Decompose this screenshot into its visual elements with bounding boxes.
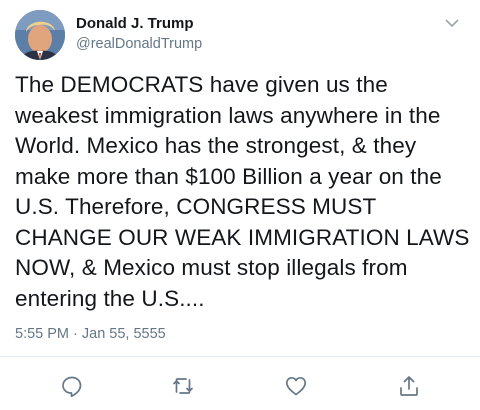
reply-button[interactable]: [59, 373, 85, 399]
tweet-timestamp[interactable]: 5:55 PM · Jan 55, 5555: [15, 325, 166, 343]
tweet-card: Donald J. Trump @realDonaldTrump The DEM…: [0, 0, 480, 410]
author-handle[interactable]: @realDonaldTrump: [76, 34, 202, 54]
author-names: Donald J. Trump @realDonaldTrump: [76, 14, 202, 54]
share-icon: [400, 376, 418, 396]
author-display-name[interactable]: Donald J. Trump: [76, 14, 202, 33]
retweet-icon: [173, 378, 193, 394]
share-button[interactable]: [396, 373, 422, 399]
profile-photo-icon: [15, 10, 65, 60]
tweet-header: Donald J. Trump @realDonaldTrump: [15, 10, 465, 66]
divider: [0, 356, 480, 357]
action-bar: [0, 365, 480, 405]
retweet-button[interactable]: [170, 373, 196, 399]
avatar[interactable]: [15, 10, 65, 60]
reply-icon: [62, 376, 82, 398]
like-button[interactable]: [283, 373, 309, 399]
chevron-down-icon[interactable]: [443, 14, 461, 32]
tweet-text: The DEMOCRATS have given us the weakest …: [15, 72, 470, 311]
heart-icon: [285, 376, 307, 396]
